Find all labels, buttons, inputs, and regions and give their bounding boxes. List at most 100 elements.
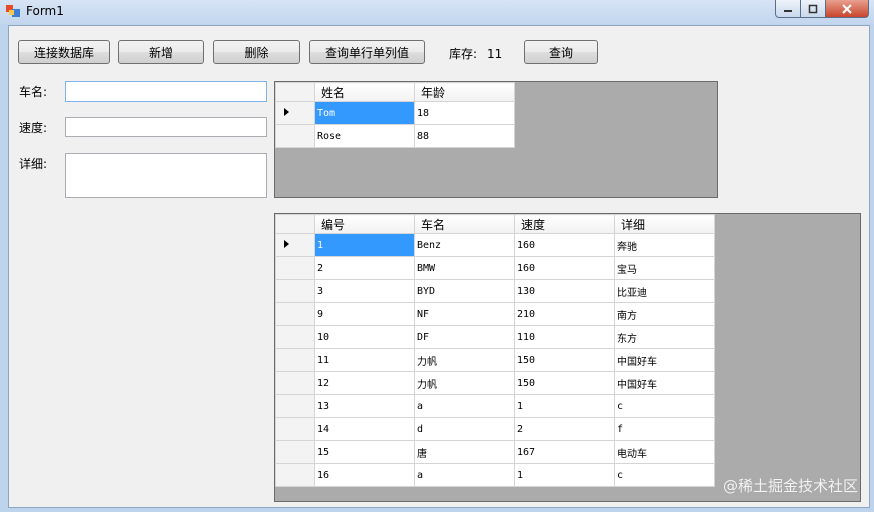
table-cell[interactable]: c xyxy=(614,463,715,487)
table-row[interactable]: 11 力帆 150 中国好车 xyxy=(275,348,715,372)
table-row[interactable]: 16 a 1 c xyxy=(275,463,715,487)
table-cell[interactable]: Tom xyxy=(314,101,415,125)
table-row[interactable]: 12 力帆 150 中国好车 xyxy=(275,371,715,395)
table-cell[interactable]: Rose xyxy=(314,124,415,148)
table-cell[interactable]: 11 xyxy=(314,348,415,372)
maximize-icon xyxy=(808,4,818,13)
table-cell[interactable]: a xyxy=(414,463,515,487)
table-cell[interactable]: 160 xyxy=(514,233,615,257)
delete-button[interactable]: 删除 xyxy=(213,40,300,64)
table-cell[interactable]: 东方 xyxy=(614,325,715,349)
table-cell[interactable]: 167 xyxy=(514,440,615,464)
people-grid[interactable]: 姓名 年龄 Tom 18 Rose 88 xyxy=(274,81,718,198)
table-cell[interactable]: 9 xyxy=(314,302,415,326)
table-cell[interactable]: 宝马 xyxy=(614,256,715,280)
query-single-value-button[interactable]: 查询单行单列值 xyxy=(309,40,425,64)
table-row[interactable]: 13 a 1 c xyxy=(275,394,715,418)
table-cell[interactable]: 14 xyxy=(314,417,415,441)
table-cell[interactable]: 中国好车 xyxy=(614,348,715,372)
column-header-age[interactable]: 年龄 xyxy=(414,82,515,102)
table-row[interactable]: 3 BYD 130 比亚迪 xyxy=(275,279,715,303)
table-cell[interactable]: 南方 xyxy=(614,302,715,326)
table-row[interactable]: 9 NF 210 南方 xyxy=(275,302,715,326)
table-cell[interactable]: 唐 xyxy=(414,440,515,464)
table-cell[interactable]: 88 xyxy=(414,124,515,148)
table-cell[interactable]: 1 xyxy=(514,463,615,487)
close-button[interactable] xyxy=(826,0,869,18)
table-cell[interactable]: 10 xyxy=(314,325,415,349)
table-cell[interactable]: c xyxy=(614,394,715,418)
table-cell[interactable]: 13 xyxy=(314,394,415,418)
row-header[interactable] xyxy=(275,279,315,303)
row-header[interactable] xyxy=(275,440,315,464)
row-header-corner xyxy=(275,214,315,234)
column-header-detail[interactable]: 详细 xyxy=(614,214,715,234)
table-row[interactable]: 14 d 2 f xyxy=(275,417,715,441)
add-button[interactable]: 新增 xyxy=(118,40,204,64)
row-header-corner xyxy=(275,82,315,102)
table-cell[interactable]: BYD xyxy=(414,279,515,303)
table-cell[interactable]: 1 xyxy=(514,394,615,418)
row-header[interactable] xyxy=(275,394,315,418)
column-header-id[interactable]: 编号 xyxy=(314,214,415,234)
table-cell[interactable]: 2 xyxy=(314,256,415,280)
table-cell[interactable]: 力帆 xyxy=(414,348,515,372)
row-header[interactable] xyxy=(275,348,315,372)
connect-database-button[interactable]: 连接数据库 xyxy=(18,40,110,64)
minimize-button[interactable] xyxy=(775,0,801,18)
table-row[interactable]: 2 BMW 160 宝马 xyxy=(275,256,715,280)
row-header[interactable] xyxy=(275,417,315,441)
table-cell[interactable]: Benz xyxy=(414,233,515,257)
table-cell[interactable]: 电动车 xyxy=(614,440,715,464)
current-row-indicator[interactable] xyxy=(275,101,315,125)
table-cell[interactable]: 中国好车 xyxy=(614,371,715,395)
table-cell[interactable]: NF xyxy=(414,302,515,326)
table-row[interactable]: 15 唐 167 电动车 xyxy=(275,440,715,464)
table-row[interactable]: Tom 18 xyxy=(275,101,515,125)
table-cell[interactable]: 奔驰 xyxy=(614,233,715,257)
table-cell[interactable]: 210 xyxy=(514,302,615,326)
query-button[interactable]: 查询 xyxy=(524,40,598,64)
table-cell[interactable]: 2 xyxy=(514,417,615,441)
row-header[interactable] xyxy=(275,302,315,326)
car-grid[interactable]: 编号 车名 速度 详细 1 Benz 160 奔驰 2 BMW 160 宝马 3 BYD 130… xyxy=(274,213,861,502)
table-cell[interactable]: 比亚迪 xyxy=(614,279,715,303)
table-cell[interactable]: 110 xyxy=(514,325,615,349)
row-header[interactable] xyxy=(275,463,315,487)
table-cell[interactable]: 力帆 xyxy=(414,371,515,395)
table-cell[interactable]: 12 xyxy=(314,371,415,395)
table-cell[interactable]: d xyxy=(414,417,515,441)
column-header-speed[interactable]: 速度 xyxy=(514,214,615,234)
row-header[interactable] xyxy=(275,325,315,349)
table-cell[interactable]: 1 xyxy=(314,233,415,257)
speed-input[interactable] xyxy=(65,117,267,137)
table-cell[interactable]: 130 xyxy=(514,279,615,303)
table-cell[interactable]: 3 xyxy=(314,279,415,303)
table-row[interactable]: 10 DF 110 东方 xyxy=(275,325,715,349)
table-cell[interactable]: DF xyxy=(414,325,515,349)
speed-label: 速度: xyxy=(19,121,48,135)
table-row[interactable]: Rose 88 xyxy=(275,124,515,148)
table-cell[interactable]: 150 xyxy=(514,371,615,395)
row-header[interactable] xyxy=(275,371,315,395)
current-row-indicator[interactable] xyxy=(275,233,315,257)
maximize-button[interactable] xyxy=(801,0,826,18)
table-cell[interactable]: 16 xyxy=(314,463,415,487)
table-row[interactable]: 1 Benz 160 奔驰 xyxy=(275,233,715,257)
close-icon xyxy=(842,3,852,14)
detail-textarea[interactable] xyxy=(65,153,267,198)
table-cell[interactable]: a xyxy=(414,394,515,418)
column-header-car-name[interactable]: 车名 xyxy=(414,214,515,234)
table-cell[interactable]: BMW xyxy=(414,256,515,280)
column-header-name[interactable]: 姓名 xyxy=(314,82,415,102)
title-bar[interactable]: Form1 xyxy=(0,0,874,24)
table-cell[interactable]: 160 xyxy=(514,256,615,280)
table-cell[interactable]: 15 xyxy=(314,440,415,464)
car-table: 编号 车名 速度 详细 1 Benz 160 奔驰 2 BMW 160 宝马 3 BYD 130… xyxy=(275,214,715,487)
table-cell[interactable]: f xyxy=(614,417,715,441)
table-cell[interactable]: 150 xyxy=(514,348,615,372)
row-header[interactable] xyxy=(275,124,315,148)
car-name-input[interactable] xyxy=(65,81,267,102)
table-cell[interactable]: 18 xyxy=(414,101,515,125)
row-header[interactable] xyxy=(275,256,315,280)
